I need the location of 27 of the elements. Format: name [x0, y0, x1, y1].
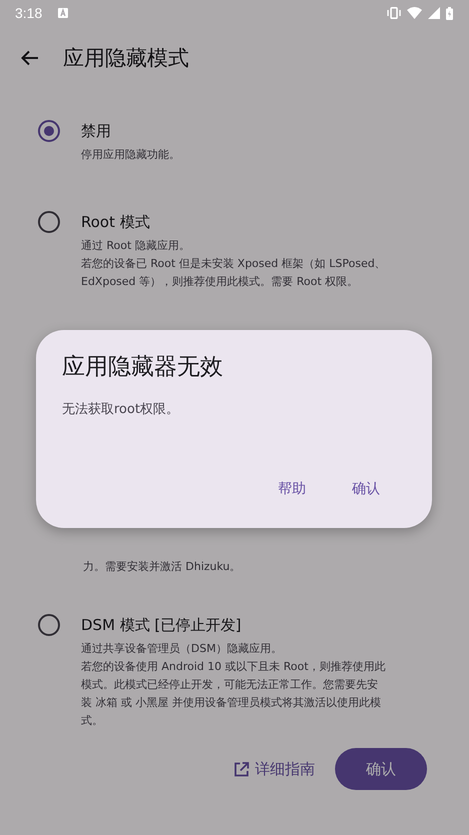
radio-button[interactable]: [38, 614, 60, 636]
option-title: DSM 模式 [已停止开发]: [81, 615, 242, 636]
battery-icon: [446, 6, 453, 20]
page-title: 应用隐藏模式: [63, 45, 189, 72]
signal-icon: [428, 7, 440, 19]
option-description: 力。需要安装并激活 Dhizuku。: [83, 559, 242, 575]
dialog-button[interactable]: 确认: [344, 476, 388, 502]
radio-button[interactable]: [38, 211, 60, 233]
notification-icon: [58, 8, 68, 18]
option-description: 若您的设备已 Root 但是未安装 Xposed 框架（如 LSPosed、EdXposed 等），则推荐使用此模式。需要 Root 权限。: [81, 256, 386, 290]
confirm-button[interactable]: 确认: [335, 748, 427, 790]
back-arrow-icon[interactable]: [21, 50, 39, 66]
option-title: Root 模式: [81, 212, 151, 233]
option-description: 停用应用隐藏功能。: [81, 147, 181, 163]
option-description: 通过共享设备管理员（DSM）隐藏应用。: [81, 641, 283, 657]
option-title: 禁用: [81, 121, 112, 142]
external-link-icon: [234, 762, 249, 776]
wifi-icon: [407, 7, 422, 19]
option-description: 通过 Root 隐藏应用。: [81, 238, 191, 254]
dialog-title: 应用隐藏器无效: [62, 353, 224, 382]
status-time: 3:18: [15, 5, 42, 21]
dialog-button[interactable]: 帮助: [270, 476, 314, 502]
radio-button[interactable]: [38, 120, 60, 142]
vibrate-icon: [387, 7, 401, 19]
guide-link[interactable]: 详细指南: [234, 760, 315, 778]
dialog-message: 无法获取root权限。: [62, 401, 180, 418]
option-description: 若您的设备使用 Android 10 或以下且未 Root，则推荐使用此模式。此模式已经停止开发，可能无法正常工作。您需要先安装 冰箱 或 小黑屋 并使用设备管理员模式将其激活以使用此模式。: [81, 659, 386, 729]
